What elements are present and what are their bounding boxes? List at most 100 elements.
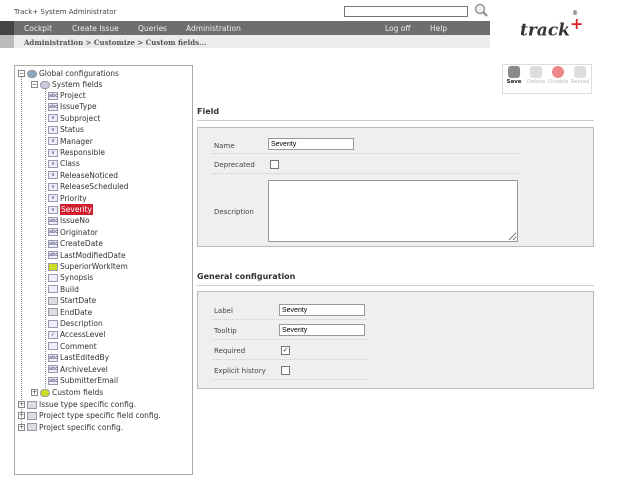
tree-item-label[interactable]: IssueType (60, 101, 97, 112)
tree-item-label[interactable]: Description (60, 318, 103, 329)
tree-item-global-configurations[interactable]: − Global configurations (18, 68, 119, 79)
tree-item-field[interactable]: abc Project (48, 90, 86, 101)
save-button[interactable]: Save (504, 66, 524, 85)
tree-item-field[interactable]: Build (48, 284, 79, 295)
deprecated-label: Deprecated (214, 161, 255, 169)
tree-item-label[interactable]: Class (60, 158, 80, 169)
tree-item-issue-type[interactable]: + Issue type specific config. (18, 399, 136, 410)
tree-item-field[interactable]: abc IssueNo (48, 215, 90, 226)
tree-item-field[interactable]: v ReleaseScheduled (48, 181, 129, 192)
field-type-icon: v (48, 182, 58, 191)
nav-help[interactable]: Help (430, 24, 447, 33)
tree-item-label[interactable]: ReleaseScheduled (60, 181, 129, 192)
tree-item-field[interactable]: StartDate (48, 295, 96, 306)
tree-item-field[interactable]: abc IssueType (48, 101, 97, 112)
tree-item-label[interactable]: Manager (60, 136, 93, 147)
tree-item-field[interactable]: abc LastEditedBy (48, 352, 109, 363)
tree-item-label[interactable]: Subproject (60, 113, 100, 124)
tree-item-label[interactable]: StartDate (60, 295, 96, 306)
tree-item-field[interactable]: Comment (48, 341, 97, 352)
nav-administration[interactable]: Administration (186, 24, 241, 33)
field-type-icon: v (48, 205, 58, 214)
tree-item-label[interactable]: Synopsis (60, 272, 93, 283)
tree-item-label[interactable]: SuperiorWorkItem (60, 261, 128, 272)
disable-button[interactable]: Disable (548, 66, 568, 85)
logo-text: track (520, 20, 570, 41)
tree-item-field[interactable]: ✓ AccessLevel (48, 329, 105, 340)
tree-item-label[interactable]: Custom fields (52, 387, 103, 398)
search-icon[interactable] (474, 3, 488, 17)
config-tree[interactable]: − Global configurations − System fields abc P… (14, 65, 193, 475)
tree-item-field[interactable]: v Class (48, 158, 80, 169)
tree-item-project[interactable]: + Project specific config. (18, 422, 123, 433)
name-input[interactable] (268, 138, 354, 150)
delete-button[interactable]: Delete (526, 66, 546, 85)
tree-item-field[interactable]: SuperiorWorkItem (48, 261, 128, 272)
tree-item-label[interactable]: LastModifiedDate (60, 250, 126, 261)
tree-item-field[interactable]: v Responsible (48, 147, 105, 158)
expand-icon[interactable]: + (18, 401, 25, 408)
expand-icon[interactable]: + (18, 412, 25, 420)
tree-item-label[interactable]: Status (60, 124, 84, 135)
tree-item-field[interactable]: Description (48, 318, 103, 329)
tree-item-label[interactable]: Comment (60, 341, 97, 352)
search-input[interactable] (344, 6, 468, 17)
tree-item-field[interactable]: v Subproject (48, 113, 100, 124)
tree-item-label[interactable]: Build (60, 284, 79, 295)
field-type-icon: v (48, 137, 58, 146)
description-textarea[interactable] (268, 180, 518, 242)
tree-item-field[interactable]: EndDate (48, 307, 92, 318)
tree-item-system-fields[interactable]: − System fields (31, 79, 102, 90)
reload-button[interactable]: Reload (570, 66, 590, 85)
tree-item-label[interactable]: Originator (60, 227, 98, 238)
tree-item-field[interactable]: v ReleaseNoticed (48, 170, 118, 181)
tree-item-label[interactable]: Issue type specific config. (39, 399, 136, 410)
tree-item-label[interactable]: SubmitterEmail (60, 375, 118, 386)
expand-icon[interactable]: + (31, 389, 38, 396)
nav-cockpit[interactable]: Cockpit (24, 24, 52, 33)
tree-item-label[interactable]: IssueNo (60, 215, 90, 226)
tree-item-field[interactable]: abc ArchiveLevel (48, 364, 108, 375)
expand-icon[interactable]: + (18, 423, 25, 431)
tree-item-field[interactable]: abc Originator (48, 227, 98, 238)
tree-item-field[interactable]: abc LastModifiedDate (48, 250, 126, 261)
tree-item-field[interactable]: abc SubmitterEmail (48, 375, 118, 386)
description-label: Description (214, 208, 254, 216)
required-checkbox[interactable]: ✓ (281, 346, 290, 355)
tree-item-project-type[interactable]: + Project type specific field config. (18, 410, 161, 421)
tree-item-label[interactable]: Project specific config. (39, 422, 123, 433)
tree-item-label[interactable]: ReleaseNoticed (60, 170, 118, 181)
tree-item-label[interactable]: CreateDate (60, 238, 103, 249)
explicit-history-checkbox[interactable] (281, 366, 290, 375)
custom-fields-icon (40, 388, 50, 397)
tree-item-label[interactable]: Responsible (60, 147, 105, 158)
tree-item-label[interactable]: EndDate (60, 307, 92, 318)
nav-queries[interactable]: Queries (138, 24, 167, 33)
tree-item-label[interactable]: Priority (60, 193, 87, 204)
deprecated-checkbox[interactable] (270, 160, 279, 169)
tree-item-label[interactable]: Project (60, 90, 86, 101)
tree-item-field[interactable]: v Manager (48, 136, 93, 147)
reload-icon (574, 66, 586, 78)
tree-item-label[interactable]: Project type specific field config. (39, 410, 161, 421)
tooltip-input[interactable] (279, 324, 365, 336)
tree-item-field[interactable]: v Priority (48, 193, 87, 204)
field-heading: Field (197, 107, 594, 121)
tree-item-label[interactable]: LastEditedBy (60, 352, 109, 363)
nav-log-off[interactable]: Log off (385, 24, 411, 33)
field-type-icon: v (48, 159, 58, 168)
tree-item-field[interactable]: v Severity (48, 204, 93, 215)
tree-item-label[interactable]: ArchiveLevel (60, 364, 108, 375)
tree-item-label[interactable]: AccessLevel (60, 329, 105, 340)
tree-item-label[interactable]: Global configurations (39, 68, 119, 79)
tree-item-label[interactable]: System fields (52, 79, 102, 90)
tree-item-custom-fields[interactable]: + Custom fields (31, 387, 103, 398)
nav-create-issue[interactable]: Create Issue (72, 24, 119, 33)
tree-item-field[interactable]: Synopsis (48, 272, 93, 283)
tree-item-label[interactable]: Severity (60, 204, 93, 215)
collapse-icon[interactable]: − (31, 81, 38, 88)
label-input[interactable] (279, 304, 365, 316)
tree-item-field[interactable]: v Status (48, 124, 84, 135)
divider (212, 173, 520, 174)
tree-item-field[interactable]: abc CreateDate (48, 238, 103, 249)
